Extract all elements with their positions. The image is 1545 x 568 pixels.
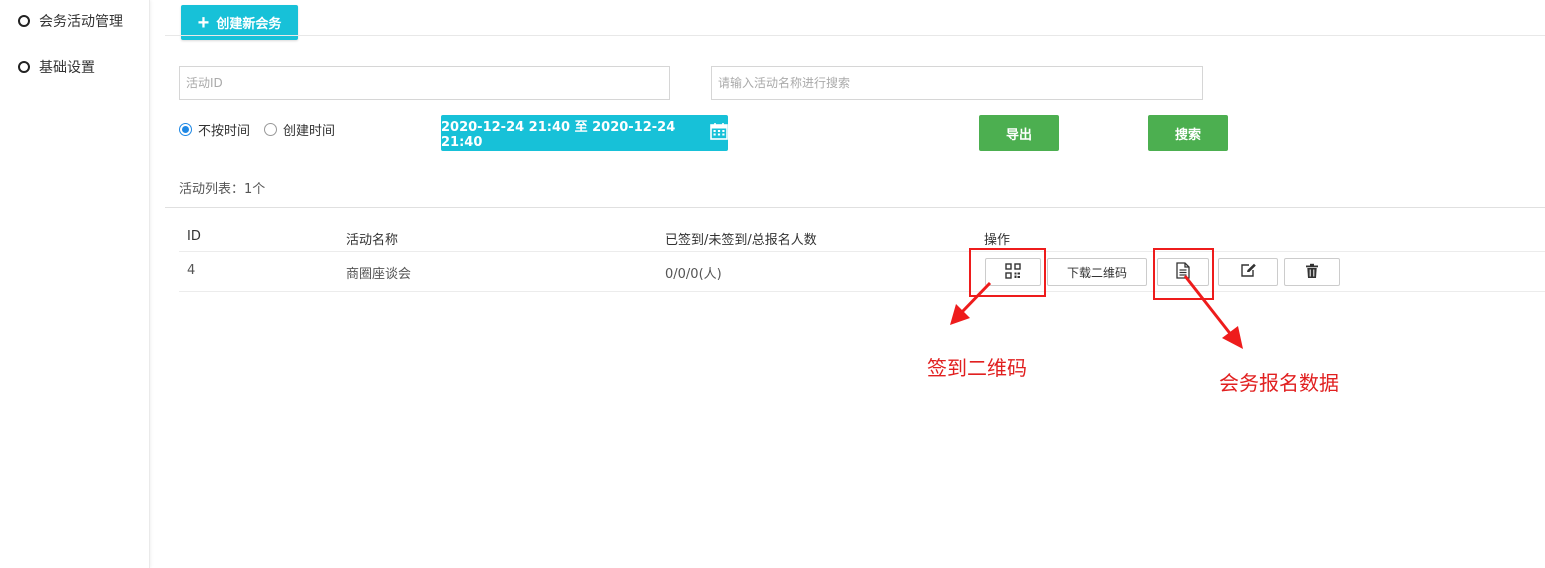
sidebar-item-basic-settings[interactable]: 基础设置 [18,57,95,77]
sidebar-item-label: 会务活动管理 [39,14,123,30]
activity-name-search-input[interactable] [711,66,1203,100]
annotation-highlight-qr [969,248,1046,297]
column-header-id: ID [187,229,201,244]
page: 会务活动管理 基础设置 + 创建新会务 不按时间 创建时间 2020-12-24… [0,0,1545,568]
time-filter-radio-group: 不按时间 创建时间 [179,120,349,139]
cell-stats: 0/0/0(人) [665,267,722,282]
annotation-label-qr: 签到二维码 [927,356,1027,380]
search-button[interactable]: 搜索 [1148,115,1228,151]
column-header-stats: 已签到/未签到/总报名人数 [665,233,817,248]
delete-button[interactable] [1284,258,1340,286]
table-row-divider [179,291,1545,292]
plus-icon: + [197,11,210,34]
date-range-picker[interactable]: 2020-12-24 21:40 至 2020-12-24 21:40 [441,115,728,151]
activity-list-count: 活动列表：1个 [179,182,266,197]
download-qr-button[interactable]: 下载二维码 [1047,258,1147,286]
column-header-name: 活动名称 [346,233,399,248]
annotation-highlight-data [1153,248,1214,300]
date-range-text: 2020-12-24 21:40 至 2020-12-24 21:40 [441,120,676,150]
calendar-icon [710,122,728,144]
radio-label[interactable]: 不按时间 [198,120,250,139]
create-meeting-label: 创建新会务 [216,16,282,31]
sidebar: 会务活动管理 基础设置 [0,0,150,568]
divider [165,35,1545,36]
cell-id: 4 [187,263,196,278]
activity-id-input[interactable] [179,66,670,100]
sidebar-item-meeting-management[interactable]: 会务活动管理 [18,11,123,31]
radio-no-time[interactable] [179,123,192,136]
radio-label[interactable]: 创建时间 [283,120,335,139]
export-button[interactable]: 导出 [979,115,1059,151]
annotation-label-data: 会务报名数据 [1219,371,1339,395]
circle-icon [18,15,30,27]
edit-icon [1240,263,1257,281]
divider [165,207,1545,208]
cell-name: 商圈座谈会 [346,267,412,282]
edit-button[interactable] [1218,258,1278,286]
circle-icon [18,61,30,73]
table-header-divider [179,251,1545,252]
sidebar-item-label: 基础设置 [39,60,95,76]
column-header-actions: 操作 [984,233,1011,248]
radio-create-time[interactable] [264,123,278,136]
trash-icon [1305,263,1319,282]
